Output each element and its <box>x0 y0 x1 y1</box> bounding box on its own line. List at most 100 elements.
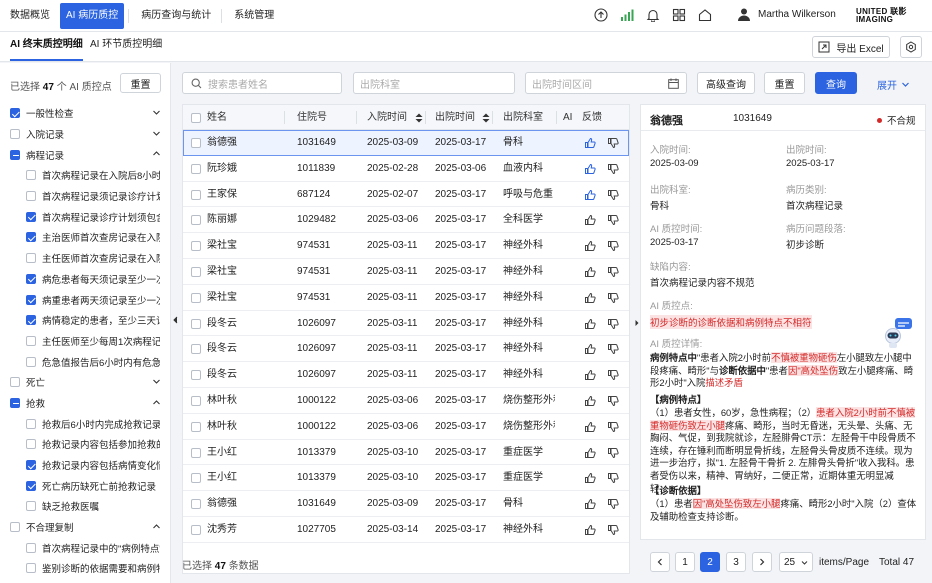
thumb-down-icon[interactable] <box>607 266 619 281</box>
thumb-up-icon[interactable] <box>584 524 596 539</box>
tab-stage-qc[interactable]: AI 环节质控明细 <box>90 32 162 61</box>
thumb-down-icon[interactable] <box>607 240 619 255</box>
qc-point-checkbox[interactable] <box>26 501 36 512</box>
qc-point-item[interactable]: 主任医师首次查房记录在入院72小时内 <box>0 248 170 269</box>
qc-point-item[interactable]: 病情稳定的患者，至少三天记录一次 <box>0 310 170 331</box>
user-menu[interactable]: Martha Wilkerson <box>736 6 836 22</box>
query-button[interactable]: 查询 <box>815 72 857 94</box>
qc-point-item[interactable]: 首次病程记录在入院后8小时内完成 <box>0 165 170 186</box>
nav-system-admin[interactable]: 系统管理 <box>228 3 280 29</box>
qc-point-checkbox[interactable] <box>10 522 20 533</box>
qc-point-checkbox[interactable] <box>26 253 36 264</box>
qc-point-item[interactable]: 抢救记录内容包括病情变化情况 <box>0 455 170 476</box>
thumb-down-icon[interactable] <box>607 214 619 229</box>
qc-point-checkbox[interactable] <box>26 232 36 243</box>
table-row[interactable]: 翁德强 1031649 2025-03-09 2025-03-17 骨科 <box>183 491 629 517</box>
row-checkbox[interactable] <box>191 241 201 252</box>
qc-point-checkbox[interactable] <box>26 191 36 202</box>
qc-point-checkbox[interactable] <box>26 439 36 450</box>
bell-icon[interactable] <box>644 6 662 24</box>
table-row[interactable]: 王家保 687124 2025-02-07 2025-03-17 呼吸与危重 <box>183 182 629 208</box>
page-1-button[interactable]: 1 <box>675 552 695 572</box>
thumb-up-icon[interactable] <box>584 472 596 487</box>
qc-point-checkbox[interactable] <box>10 129 20 140</box>
qc-point-item[interactable]: 病重患者两天须记录至少一次病程记录 <box>0 289 170 310</box>
thumb-up-icon[interactable] <box>584 189 596 204</box>
row-checkbox[interactable] <box>191 499 201 510</box>
thumb-up-icon[interactable] <box>584 240 596 255</box>
col-name[interactable]: 姓名 <box>207 105 227 130</box>
page-2-button[interactable]: 2 <box>700 552 720 572</box>
row-checkbox[interactable] <box>191 267 201 277</box>
thumb-up-icon[interactable] <box>584 137 596 152</box>
qc-point-checkbox[interactable] <box>26 211 36 222</box>
row-checkbox[interactable] <box>191 370 201 381</box>
thumb-up-icon[interactable] <box>584 343 596 358</box>
row-checkbox[interactable] <box>191 318 201 329</box>
thumb-down-icon[interactable] <box>607 498 619 513</box>
thumb-up-icon[interactable] <box>584 163 596 178</box>
thumb-down-icon[interactable] <box>607 189 619 204</box>
qc-point-checkbox[interactable] <box>26 335 36 346</box>
qc-point-item[interactable]: 抢救后6小时内完成抢救记录 <box>0 413 170 434</box>
qc-category[interactable]: 不合理复制 <box>0 517 170 538</box>
qc-category[interactable]: 入院记录 <box>0 124 170 145</box>
chevron-up-icon[interactable] <box>152 398 161 407</box>
qc-category[interactable]: 抢救 <box>0 393 170 414</box>
chevron-down-icon[interactable] <box>152 377 161 386</box>
qc-point-item[interactable]: 首次病程记录须记录诊疗计划 <box>0 186 170 207</box>
dept-select[interactable]: 出院科室 <box>353 72 515 94</box>
thumb-down-icon[interactable] <box>607 395 619 410</box>
table-row[interactable]: 林叶秋 1000122 2025-03-06 2025-03-17 烧伤整形外科 <box>183 414 629 440</box>
qc-point-item[interactable]: 主治医师首次查房记录在入院48小时内 <box>0 227 170 248</box>
qc-point-item[interactable]: 鉴别诊断的依据需要和病例特点 <box>0 558 170 579</box>
thumb-down-icon[interactable] <box>607 137 619 152</box>
sort-icon[interactable] <box>415 113 423 123</box>
table-row[interactable]: 段冬云 1026097 2025-03-11 2025-03-17 神经外科 <box>183 362 629 388</box>
table-row[interactable]: 陈丽娜 1029482 2025-03-06 2025-03-17 全科医学 <box>183 207 629 234</box>
table-row[interactable]: 林叶秋 1000122 2025-03-06 2025-03-17 烧伤整形外科 <box>183 388 629 414</box>
page-size-select[interactable]: 25 <box>779 552 813 572</box>
thumb-down-icon[interactable] <box>607 369 619 384</box>
table-row[interactable]: 王小红 1013379 2025-03-10 2025-03-17 重症医学 <box>183 465 629 492</box>
col-admission-no[interactable]: 住院号 <box>297 105 327 130</box>
thumb-up-icon[interactable] <box>584 266 596 281</box>
qc-point-item[interactable]: 缺乏抢救医嘱 <box>0 496 170 517</box>
thumb-down-icon[interactable] <box>607 472 619 487</box>
thumb-down-icon[interactable] <box>607 318 619 333</box>
qc-point-checkbox[interactable] <box>10 108 20 119</box>
row-checkbox[interactable] <box>191 189 201 200</box>
thumb-up-icon[interactable] <box>584 498 596 513</box>
thumb-up-icon[interactable] <box>584 447 596 462</box>
qc-point-checkbox[interactable] <box>10 377 20 388</box>
chevron-up-icon[interactable] <box>152 149 161 158</box>
qc-point-checkbox[interactable] <box>26 294 36 305</box>
prev-page-button[interactable] <box>650 552 670 572</box>
thumb-down-icon[interactable] <box>607 292 619 307</box>
grid-icon[interactable] <box>670 6 688 24</box>
tab-final-qc[interactable]: AI 终末质控明细 <box>10 32 83 61</box>
sidebar-reset-button[interactable]: 重置 <box>120 73 161 93</box>
qc-point-item[interactable]: 病危患者每天须记录至少一次病程记录 <box>0 269 170 290</box>
table-row[interactable]: 沈秀芳 1027705 2025-03-14 2025-03-17 神经外科 <box>183 517 629 543</box>
collapse-sidebar-handle[interactable] <box>171 295 181 345</box>
row-checkbox[interactable] <box>191 421 201 432</box>
row-checkbox[interactable] <box>191 525 201 535</box>
table-row[interactable]: 段冬云 1026097 2025-03-11 2025-03-17 神经外科 <box>183 336 629 363</box>
thumb-up-icon[interactable] <box>584 395 596 410</box>
date-range-input[interactable]: 出院时间区间 <box>525 72 687 94</box>
qc-point-item[interactable]: 抢救记录内容包括参加抢救的人员 <box>0 434 170 455</box>
row-checkbox[interactable] <box>191 473 201 484</box>
row-checkbox[interactable] <box>191 396 201 406</box>
qc-point-checkbox[interactable] <box>26 315 36 326</box>
filter-reset-button[interactable]: 重置 <box>764 72 805 94</box>
qc-point-checkbox[interactable] <box>26 480 36 491</box>
thumb-up-icon[interactable] <box>584 421 596 436</box>
search-input[interactable]: 搜索患者姓名 <box>182 72 342 94</box>
table-row[interactable]: 王小红 1013379 2025-03-10 2025-03-17 重症医学 <box>183 440 629 466</box>
table-row[interactable]: 梁社宝 974531 2025-03-11 2025-03-17 神经外科 <box>183 259 629 285</box>
thumb-down-icon[interactable] <box>607 343 619 358</box>
qc-category[interactable]: 死亡 <box>0 372 170 393</box>
upload-icon[interactable] <box>592 6 610 24</box>
qc-point-checkbox[interactable] <box>10 397 20 408</box>
